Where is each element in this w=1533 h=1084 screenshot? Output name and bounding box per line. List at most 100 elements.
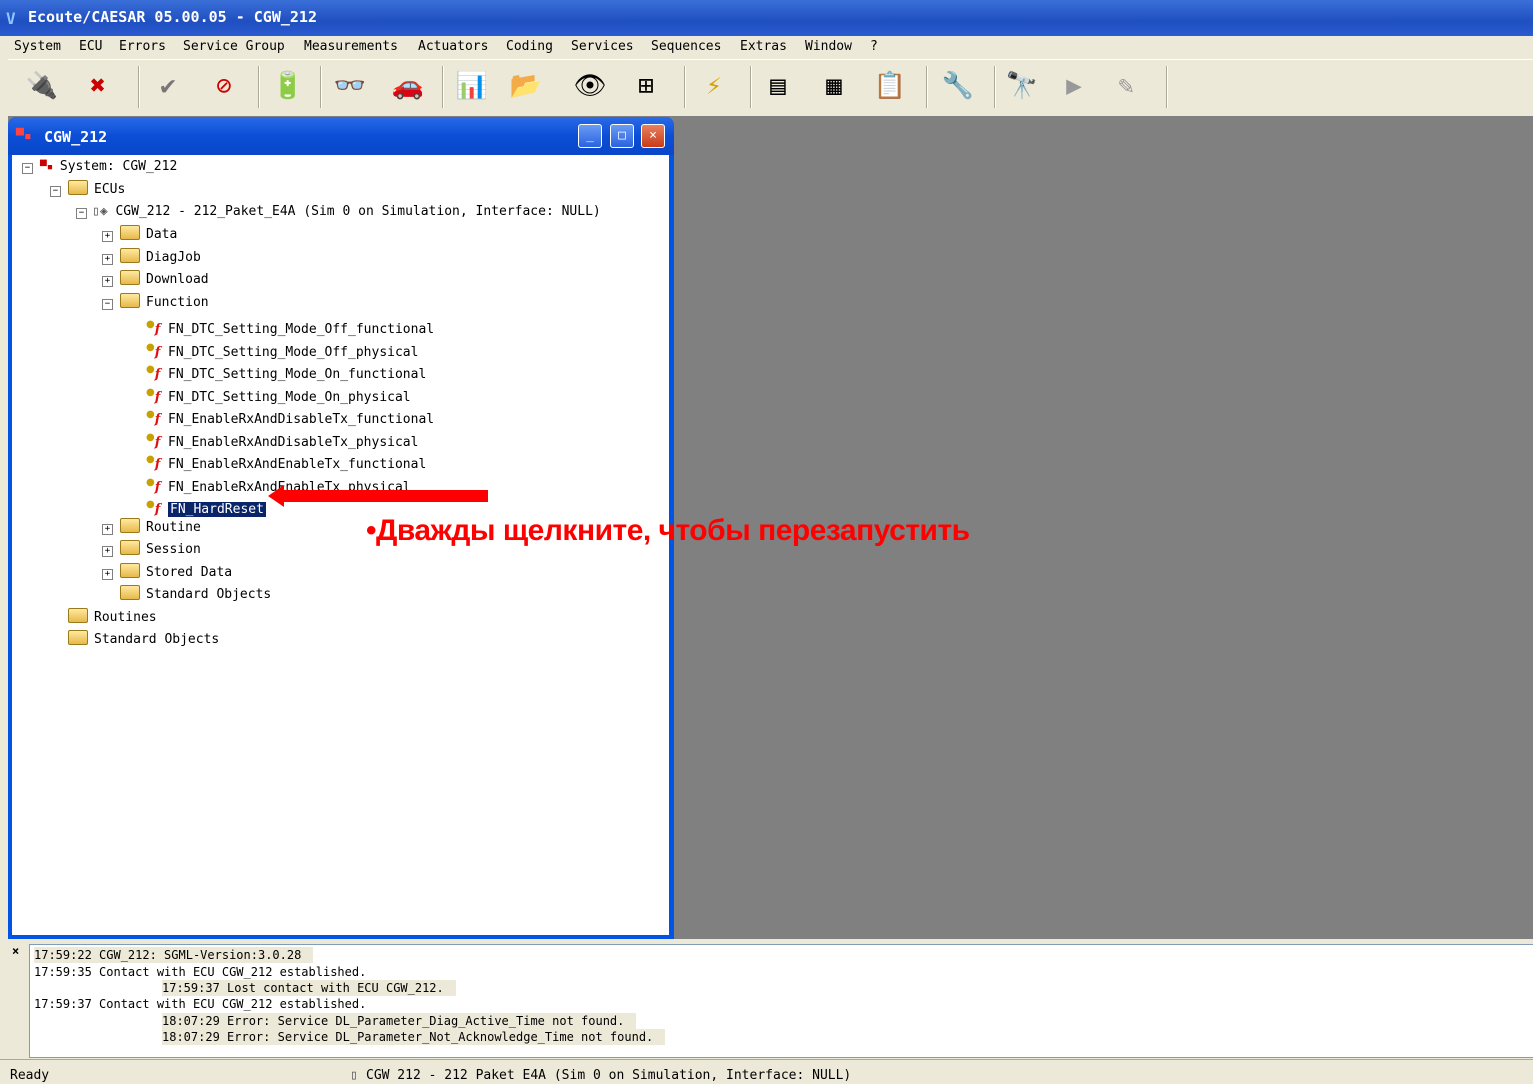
log-line: 18:07:29 Error: Service DL_Parameter_Dia… bbox=[162, 1013, 637, 1029]
tree-stored-data[interactable]: Stored Data bbox=[120, 563, 232, 583]
menu-extras[interactable]: Extras bbox=[740, 39, 787, 54]
folder-icon bbox=[120, 585, 140, 600]
measurements-icon[interactable]: 📊 bbox=[454, 68, 490, 104]
folder-icon bbox=[120, 293, 140, 308]
function-label: FN_EnableRxAndEnableTx_functional bbox=[168, 457, 427, 472]
car-icon[interactable]: 🚗 bbox=[390, 68, 426, 104]
tree-ecu-cgw212[interactable]: ▯◈ CGW_212 - 212_Paket_E4A (Sim 0 on Sim… bbox=[92, 202, 601, 222]
log-line: 17:59:35 Contact with ECU CGW_212 establ… bbox=[34, 965, 367, 979]
plug-icon[interactable]: ▶ bbox=[1056, 68, 1092, 104]
tree-function[interactable]: Function bbox=[120, 293, 209, 313]
log-line: 17:59:22 CGW_212: SGML-Version:3.0.28 bbox=[34, 947, 314, 963]
menu-actuators[interactable]: Actuators bbox=[418, 39, 488, 54]
expand-icon[interactable]: + bbox=[102, 569, 113, 580]
tree-function-item[interactable]: ●f FN_EnableRxAndEnableTx_functional bbox=[146, 450, 427, 472]
collapse-icon[interactable]: − bbox=[50, 186, 61, 197]
log-panel: × 17:59:22 CGW_212: SGML-Version:3.0.28 … bbox=[8, 941, 1533, 1058]
ecu-status-icon: ▯ bbox=[350, 1068, 358, 1083]
tree-standard-objects-ecu-label: Standard Objects bbox=[146, 587, 272, 602]
tree-data-label: Data bbox=[146, 227, 178, 242]
function-icon: ●f bbox=[146, 319, 161, 337]
tree-diagjob-label: DiagJob bbox=[146, 250, 201, 265]
tree-standard-objects-label: Standard Objects bbox=[94, 632, 220, 647]
function-icon: ●f bbox=[146, 454, 161, 472]
tree-download[interactable]: Download bbox=[120, 270, 209, 290]
tree-view-icon[interactable]: ⊞ bbox=[628, 68, 664, 104]
tools-icon[interactable]: 🔧 bbox=[940, 68, 976, 104]
sequence-icon[interactable]: 📋 bbox=[872, 68, 908, 104]
tree-stored-data-label: Stored Data bbox=[146, 565, 233, 580]
data-table-icon[interactable]: ▦ bbox=[816, 68, 852, 104]
tree-ecus[interactable]: ECUs bbox=[68, 180, 125, 200]
tree-function-label: Function bbox=[146, 295, 209, 310]
expand-icon[interactable]: + bbox=[102, 254, 113, 265]
system-icon: ▀▪ bbox=[40, 160, 60, 173]
log-line: 17:59:37 Lost contact with ECU CGW_212. bbox=[162, 980, 456, 996]
menu-service-group[interactable]: Service Group bbox=[183, 39, 285, 54]
tree-standard-objects-ecu[interactable]: Standard Objects bbox=[120, 585, 271, 605]
folder-icon bbox=[120, 270, 140, 285]
check-icon[interactable]: ✔ bbox=[150, 68, 186, 104]
collapse-icon[interactable]: − bbox=[102, 299, 113, 310]
menu-system[interactable]: System bbox=[14, 39, 61, 54]
tree-standard-objects[interactable]: Standard Objects bbox=[68, 630, 219, 650]
function-label: FN_DTC_Setting_Mode_Off_functional bbox=[168, 322, 435, 337]
cancel-icon[interactable]: ⊘ bbox=[206, 68, 242, 104]
tree-routines[interactable]: Routines bbox=[68, 608, 157, 628]
close-button[interactable]: × bbox=[641, 124, 665, 148]
binoculars-icon[interactable]: 🔭 bbox=[1004, 68, 1040, 104]
menu-errors[interactable]: Errors bbox=[119, 39, 166, 54]
tree-diagjob[interactable]: DiagJob bbox=[120, 248, 201, 268]
folder-icon bbox=[120, 248, 140, 263]
tree-function-item[interactable]: ●f FN_DTC_Setting_Mode_Off_physical bbox=[146, 338, 419, 360]
folder-arrow-icon[interactable]: 📂 bbox=[508, 68, 544, 104]
child-title-bar[interactable]: ▀▪ CGW_212 _ □ × bbox=[8, 117, 674, 155]
tree-function-item[interactable]: ●f FN_DTC_Setting_Mode_On_functional bbox=[146, 360, 426, 382]
tree-function-item[interactable]: ●f FN_EnableRxAndDisableTx_physical bbox=[146, 428, 419, 450]
tree-function-item[interactable]: ●f FN_EnableRxAndDisableTx_functional bbox=[146, 405, 434, 427]
collapse-icon[interactable]: − bbox=[22, 163, 33, 174]
flash-icon[interactable]: ⚡ bbox=[696, 68, 732, 104]
ecu-info-icon[interactable]: 🔋 bbox=[270, 68, 306, 104]
tree-system[interactable]: ▀▪ System: CGW_212 bbox=[40, 157, 177, 177]
document-icon[interactable]: ▤ bbox=[760, 68, 796, 104]
folder-icon bbox=[120, 540, 140, 555]
tree-function-item[interactable]: ●f FN_DTC_Setting_Mode_Off_functional bbox=[146, 315, 435, 337]
minimize-button[interactable]: _ bbox=[578, 124, 602, 148]
expand-icon[interactable]: + bbox=[102, 546, 113, 557]
tree-routine[interactable]: Routine bbox=[120, 518, 201, 538]
expand-icon[interactable]: + bbox=[102, 524, 113, 535]
tree-system-label: System: CGW_212 bbox=[59, 159, 178, 174]
menu-sequences[interactable]: Sequences bbox=[651, 39, 721, 54]
tree-session[interactable]: Session bbox=[120, 540, 201, 560]
function-icon: ●f bbox=[146, 409, 161, 427]
glasses-icon[interactable]: 👓 bbox=[332, 68, 368, 104]
menu-services[interactable]: Services bbox=[571, 39, 634, 54]
collapse-icon[interactable]: − bbox=[76, 208, 87, 219]
expand-icon[interactable]: + bbox=[102, 231, 113, 242]
log-line: 18:07:29 Error: Service DL_Parameter_Not… bbox=[162, 1029, 666, 1045]
annotation-arrow-head bbox=[268, 485, 284, 507]
function-label: FN_EnableRxAndDisableTx_physical bbox=[168, 435, 419, 450]
menu-coding[interactable]: Coding bbox=[506, 39, 553, 54]
menu-measurements[interactable]: Measurements bbox=[304, 39, 398, 54]
menu-help[interactable]: ? bbox=[870, 39, 878, 54]
log-close-icon[interactable]: × bbox=[12, 944, 19, 958]
tree-download-label: Download bbox=[146, 272, 209, 287]
tree-data[interactable]: Data bbox=[120, 225, 177, 245]
function-icon: ●f bbox=[146, 499, 161, 517]
disconnect-icon[interactable]: ✖ bbox=[80, 68, 116, 104]
menu-window[interactable]: Window bbox=[805, 39, 852, 54]
app-icon: V bbox=[6, 9, 16, 28]
folder-icon bbox=[68, 608, 88, 623]
expand-icon[interactable]: + bbox=[102, 276, 113, 287]
eye-icon[interactable]: 👁 bbox=[572, 68, 608, 104]
folder-icon bbox=[120, 563, 140, 578]
tree-function-hardreset[interactable]: ●f FN_HardReset bbox=[146, 495, 267, 518]
menu-ecu[interactable]: ECU bbox=[79, 39, 102, 54]
unplug-icon[interactable]: ✎ bbox=[1108, 68, 1144, 104]
function-label: FN_DTC_Setting_Mode_Off_physical bbox=[168, 345, 419, 360]
connect-icon[interactable]: 🔌 bbox=[24, 68, 60, 104]
tree-function-item[interactable]: ●f FN_DTC_Setting_Mode_On_physical bbox=[146, 383, 411, 405]
maximize-button[interactable]: □ bbox=[610, 124, 634, 148]
